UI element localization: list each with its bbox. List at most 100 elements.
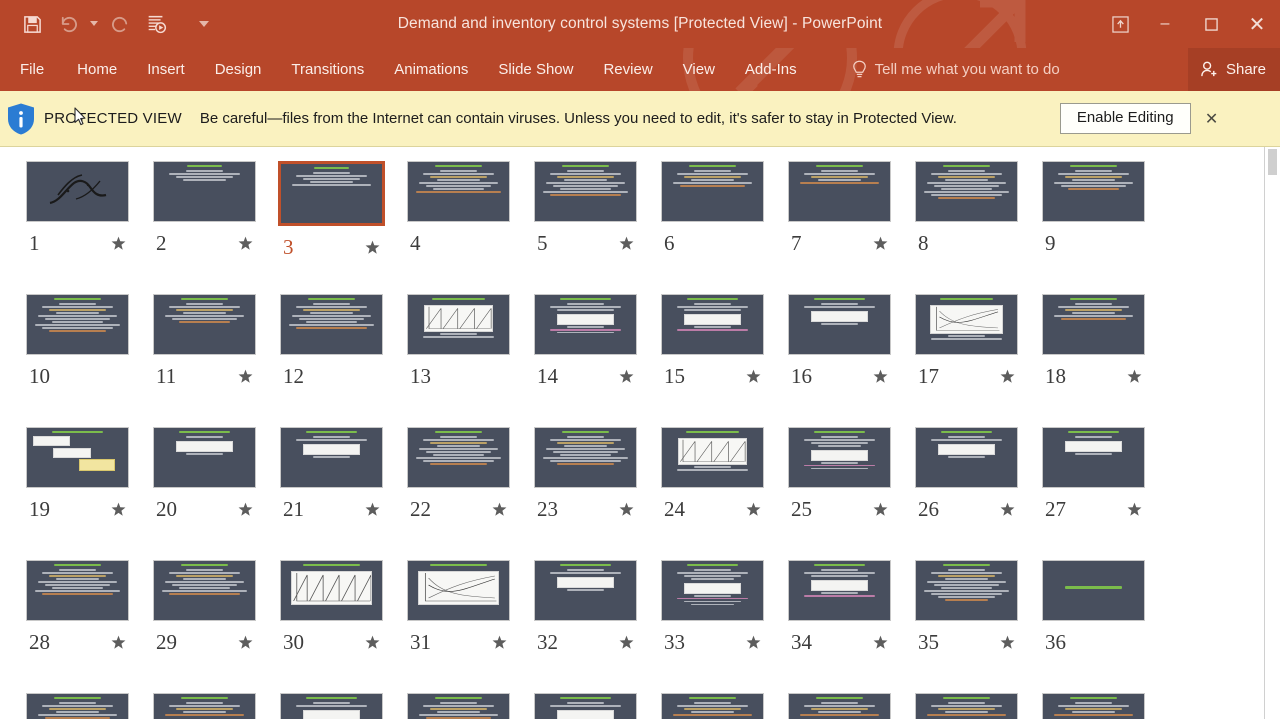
star-icon[interactable] (238, 635, 253, 650)
slide-thumbnail-cell[interactable]: 23 (522, 427, 649, 560)
slide-thumbnail-cell[interactable]: 38 (141, 693, 268, 719)
customize-qat-icon[interactable] (196, 6, 212, 42)
slide-thumbnail[interactable] (915, 294, 1018, 355)
slide-thumbnail-cell[interactable]: 1 (14, 161, 141, 294)
undo-icon[interactable] (50, 6, 86, 42)
enable-editing-button[interactable]: Enable Editing (1059, 102, 1191, 135)
star-icon[interactable] (111, 635, 126, 650)
slide-thumbnail[interactable] (788, 427, 891, 488)
slide-thumbnail[interactable] (1042, 693, 1145, 719)
slide-thumbnail-cell[interactable]: 11 (141, 294, 268, 427)
star-icon[interactable] (1127, 502, 1142, 517)
slide-thumbnail[interactable] (534, 427, 637, 488)
slide-thumbnail[interactable] (26, 693, 129, 719)
undo-dropdown-icon[interactable] (86, 6, 102, 42)
ribbon-display-options-icon[interactable] (1098, 0, 1142, 48)
slide-thumbnail[interactable] (153, 560, 256, 621)
slide-thumbnail-cell[interactable]: 15 (649, 294, 776, 427)
star-icon[interactable] (746, 635, 761, 650)
star-icon[interactable] (746, 369, 761, 384)
slide-thumbnail-cell[interactable]: 45 (1030, 693, 1157, 719)
slide-thumbnail-cell[interactable]: 19 (14, 427, 141, 560)
slide-thumbnail-cell[interactable]: 7 (776, 161, 903, 294)
slide-thumbnail[interactable] (661, 693, 764, 719)
close-protected-view-bar-icon[interactable]: ✕ (1201, 91, 1223, 147)
slide-thumbnail[interactable] (407, 560, 510, 621)
slide-thumbnail[interactable] (280, 560, 383, 621)
star-icon[interactable] (365, 635, 380, 650)
slide-thumbnail-cell[interactable]: 14 (522, 294, 649, 427)
slide-thumbnail-cell[interactable]: 31 (395, 560, 522, 693)
star-icon[interactable] (619, 236, 634, 251)
star-icon[interactable] (619, 635, 634, 650)
tab-transitions[interactable]: Transitions (276, 48, 379, 91)
star-icon[interactable] (873, 369, 888, 384)
slide-thumbnail-cell[interactable]: 42 (649, 693, 776, 719)
slide-thumbnail[interactable] (280, 693, 383, 719)
slide-sorter-pane[interactable]: 1 2 3 4 5 6 7 8 9 10 11 12 13 14 15 16 17 18 19 20 21 22 23 24 2… (0, 147, 1280, 719)
slide-thumbnail-cell[interactable]: 9 (1030, 161, 1157, 294)
slide-thumbnail[interactable] (1042, 560, 1145, 621)
slide-thumbnail-cell[interactable]: 18 (1030, 294, 1157, 427)
slide-thumbnail[interactable] (915, 427, 1018, 488)
slide-thumbnail-cell[interactable]: 13 (395, 294, 522, 427)
slide-thumbnail[interactable] (26, 294, 129, 355)
tab-file[interactable]: File (0, 48, 62, 91)
slide-thumbnail[interactable] (788, 560, 891, 621)
restore-button[interactable] (1188, 0, 1234, 48)
tab-home[interactable]: Home (62, 48, 132, 91)
star-icon[interactable] (1000, 369, 1015, 384)
slide-thumbnail[interactable] (534, 560, 637, 621)
star-icon[interactable] (1000, 635, 1015, 650)
slide-thumbnail[interactable] (788, 693, 891, 719)
slide-thumbnail[interactable] (1042, 427, 1145, 488)
slide-thumbnail-cell[interactable]: 16 (776, 294, 903, 427)
star-icon[interactable] (238, 369, 253, 384)
star-icon[interactable] (873, 502, 888, 517)
minimize-button[interactable]: – (1142, 0, 1188, 48)
slide-thumbnail[interactable] (278, 161, 385, 226)
slide-thumbnail-cell[interactable]: 20 (141, 427, 268, 560)
tab-insert[interactable]: Insert (132, 48, 200, 91)
tab-review[interactable]: Review (588, 48, 667, 91)
slide-thumbnail[interactable] (26, 560, 129, 621)
slide-thumbnail-cell[interactable]: 39 (268, 693, 395, 719)
slide-thumbnail-cell[interactable]: 35 (903, 560, 1030, 693)
slide-thumbnail-cell[interactable]: 32 (522, 560, 649, 693)
star-icon[interactable] (365, 240, 380, 255)
slide-thumbnail[interactable] (280, 427, 383, 488)
slide-thumbnail[interactable] (534, 693, 637, 719)
slide-thumbnail-cell[interactable]: 44 (903, 693, 1030, 719)
slide-thumbnail[interactable] (407, 294, 510, 355)
star-icon[interactable] (492, 635, 507, 650)
slide-thumbnail[interactable] (661, 560, 764, 621)
star-icon[interactable] (873, 236, 888, 251)
slide-thumbnail-cell[interactable]: 17 (903, 294, 1030, 427)
slide-thumbnail-cell[interactable]: 24 (649, 427, 776, 560)
slide-thumbnail-cell[interactable]: 34 (776, 560, 903, 693)
slide-thumbnail[interactable] (915, 693, 1018, 719)
slide-thumbnail[interactable] (788, 294, 891, 355)
close-button[interactable]: ✕ (1234, 0, 1280, 48)
slide-thumbnail-cell[interactable]: 30 (268, 560, 395, 693)
star-icon[interactable] (365, 502, 380, 517)
star-icon[interactable] (238, 502, 253, 517)
slide-thumbnail[interactable] (280, 294, 383, 355)
tab-view[interactable]: View (668, 48, 730, 91)
tab-add-ins[interactable]: Add-Ins (730, 48, 812, 91)
slide-thumbnail-cell[interactable]: 21 (268, 427, 395, 560)
slide-thumbnail[interactable] (788, 161, 891, 222)
star-icon[interactable] (492, 502, 507, 517)
slide-thumbnail-cell[interactable]: 43 (776, 693, 903, 719)
tell-me-search[interactable]: Tell me what you want to do (852, 60, 1060, 80)
start-from-beginning-icon[interactable] (138, 6, 174, 42)
star-icon[interactable] (111, 236, 126, 251)
star-icon[interactable] (1000, 502, 1015, 517)
redo-icon[interactable] (102, 6, 138, 42)
slide-thumbnail-cell[interactable]: 22 (395, 427, 522, 560)
tab-slide-show[interactable]: Slide Show (483, 48, 588, 91)
tab-animations[interactable]: Animations (379, 48, 483, 91)
slide-thumbnail[interactable] (1042, 161, 1145, 222)
slide-thumbnail-cell[interactable]: 6 (649, 161, 776, 294)
slide-thumbnail-cell[interactable]: 8 (903, 161, 1030, 294)
